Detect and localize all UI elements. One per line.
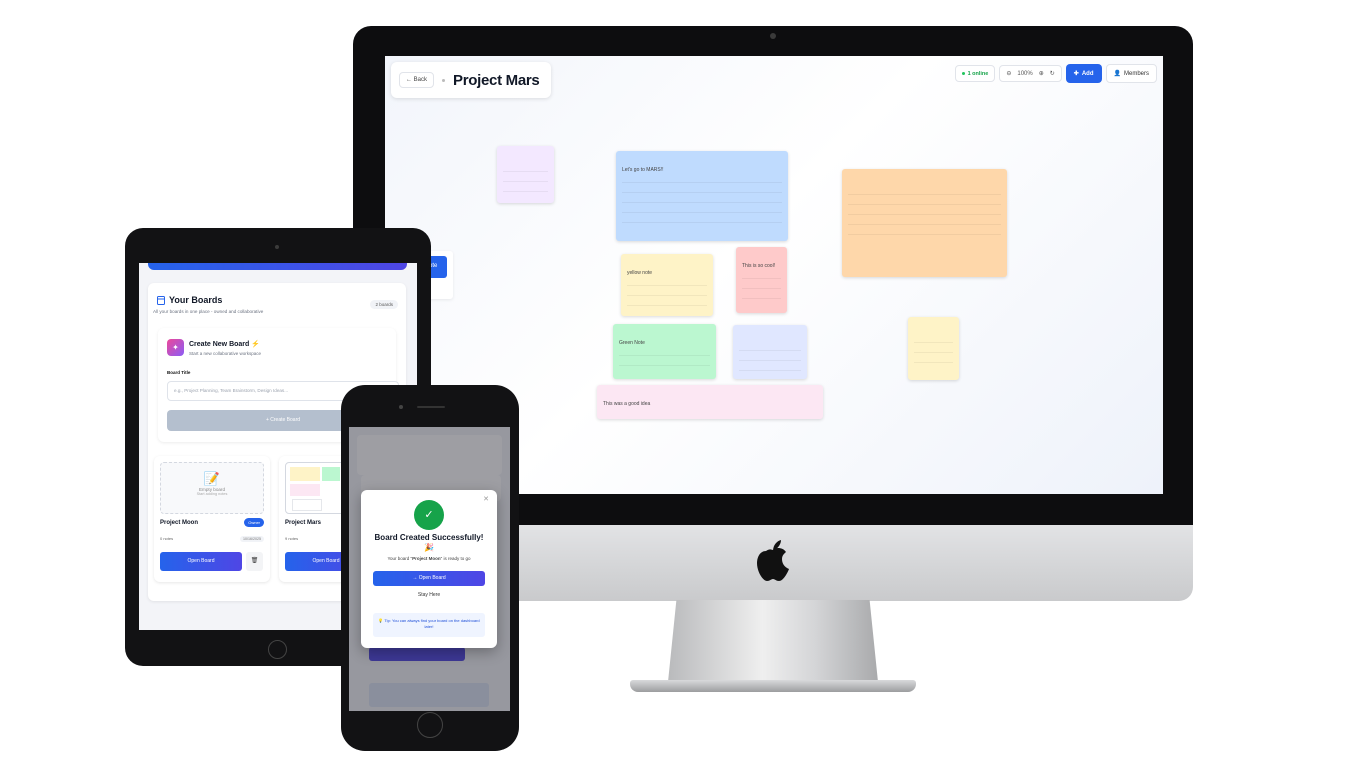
close-icon[interactable]: ✕ <box>483 495 489 503</box>
zoom-controls: ⊖ 100% ⊕ ↻ <box>999 65 1062 82</box>
imac-camera <box>770 33 776 39</box>
members-label: Members <box>1123 70 1149 77</box>
apple-logo-icon <box>757 540 789 581</box>
create-board-title: Create New Board ⚡ <box>189 341 260 348</box>
user-icon: 👤 <box>1113 71 1121 77</box>
open-board-button[interactable]: Open Board <box>160 552 242 571</box>
separator-dot <box>442 78 446 82</box>
add-label: Add <box>1081 70 1094 77</box>
device-mockup-scene: ote ← Back Project Mars 1 online ⊖ 100% … <box>0 0 1351 760</box>
note-count: 9 notes <box>285 536 299 541</box>
open-board-button[interactable]: → Open Board <box>373 571 485 586</box>
your-boards-subtitle: All your boards in one place - owned and… <box>153 309 264 314</box>
online-count: 1 online <box>967 70 989 77</box>
zoom-level: 100% <box>1017 70 1033 77</box>
tip-box: 💡 Tip: You can always find your board on… <box>373 613 485 637</box>
phone-camera <box>399 405 403 409</box>
your-boards-header: Your Boards <box>157 295 222 305</box>
create-board-subtitle: Start a new collaborative workspace <box>189 351 262 356</box>
sticky-note[interactable]: Green Note <box>613 324 716 379</box>
board-created-modal: ✕ ✓ Board Created Successfully! 🎉 Your b… <box>361 490 497 648</box>
board-header: ← Back Project Mars <box>391 62 551 98</box>
imac-stand <box>668 600 878 682</box>
board-title-label: Board Title <box>167 370 191 375</box>
members-button[interactable]: 👤 Members <box>1105 64 1157 83</box>
zoom-out-icon[interactable]: ⊖ <box>1006 70 1011 77</box>
tablet-home-button <box>268 640 287 659</box>
sparkle-icon: ✦ <box>167 339 184 356</box>
board-list-icon <box>157 295 165 305</box>
sticky-note[interactable]: yellow note <box>621 254 713 316</box>
dashboard-banner <box>148 263 407 270</box>
board-name: Project Moon <box>160 520 199 526</box>
back-button[interactable]: ← Back <box>399 72 435 88</box>
mini-note <box>322 467 340 481</box>
owner-badge: Owner <box>244 518 264 527</box>
reset-zoom-icon[interactable]: ↻ <box>1050 70 1055 77</box>
sticky-note[interactable]: This was a good idea <box>597 385 823 419</box>
board-count-badge: 2 boards <box>370 300 398 309</box>
sticky-note[interactable] <box>497 146 554 203</box>
add-button[interactable]: ✚ Add <box>1065 64 1102 83</box>
notepad-icon: 📝 <box>203 471 221 486</box>
mini-note <box>290 467 320 481</box>
stay-here-button[interactable]: Stay Here <box>373 592 485 598</box>
board-name: Project Mars <box>285 520 322 526</box>
sticky-note[interactable]: This is so cool! <box>736 247 787 313</box>
success-check-icon: ✓ <box>414 500 444 530</box>
mini-note <box>290 484 320 496</box>
delete-icon[interactable]: 🗑 <box>246 552 263 571</box>
online-dot-icon <box>961 72 965 75</box>
modal-title: Board Created Successfully! 🎉 <box>374 533 484 552</box>
board-date: 10/16/2025 <box>240 536 264 542</box>
board-card-project-moon[interactable]: 📝 Empty board Start adding notes Project… <box>154 456 270 582</box>
board-toolbar: 1 online ⊖ 100% ⊕ ↻ ✚ Add 👤 Members <box>954 64 1157 83</box>
lightning-icon: ⚡ <box>251 341 260 348</box>
phone-speaker <box>417 406 445 408</box>
your-boards-title: Your Boards <box>169 295 223 305</box>
empty-board-hint: Start adding notes <box>196 492 228 496</box>
sticky-note[interactable] <box>842 169 1007 277</box>
board-thumbnail: 📝 Empty board Start adding notes <box>160 462 264 514</box>
modal-message: Your board "Project Moon" is ready to go <box>387 556 471 561</box>
tablet-camera <box>275 245 279 249</box>
mini-note <box>292 499 322 511</box>
note-count: 0 notes <box>160 536 174 541</box>
zoom-in-icon[interactable]: ⊕ <box>1039 70 1044 77</box>
sticky-note[interactable]: Let's go to MARS!! <box>616 151 788 241</box>
page-title: Project Mars <box>453 71 540 89</box>
add-note-icon: ✚ <box>1073 71 1079 77</box>
sticky-note[interactable] <box>908 317 959 380</box>
sticky-note[interactable] <box>733 325 807 379</box>
phone-home-button <box>417 712 443 738</box>
online-status-badge: 1 online <box>954 65 996 82</box>
imac-stand-base <box>630 680 916 692</box>
